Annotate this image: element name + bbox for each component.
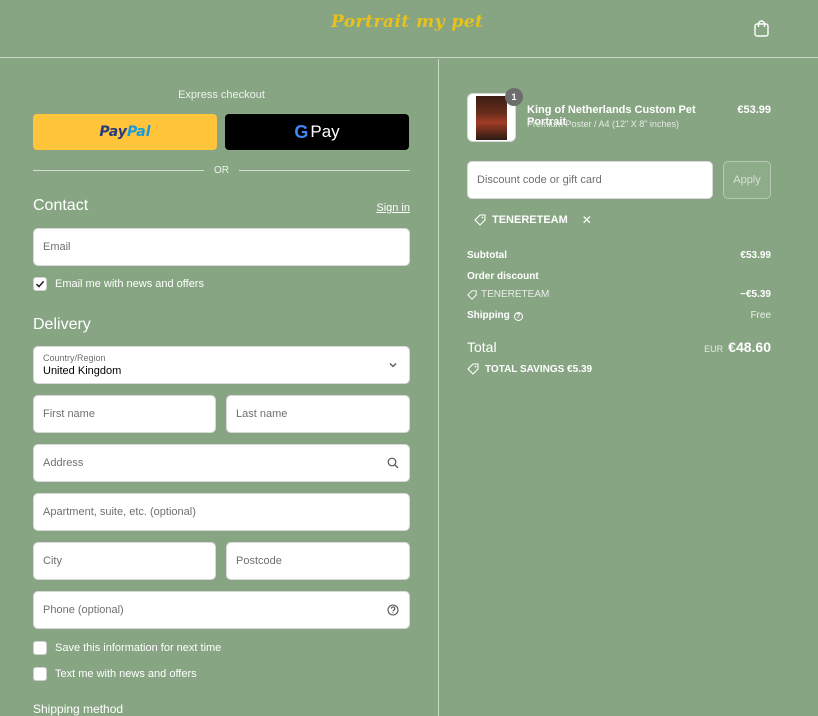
shipping-method-title: Shipping method [33, 702, 124, 716]
applied-code: TENERETEAM [492, 214, 568, 226]
discount-placeholder: Discount code or gift card [477, 174, 602, 186]
apartment-placeholder: Apartment, suite, etc. (optional) [43, 506, 196, 518]
total-savings: TOTAL SAVINGS €5.39 [467, 363, 592, 375]
total-amount: EUR €48.60 [704, 339, 771, 355]
shipping-row: Shipping? Free [467, 310, 771, 321]
subtotal-label: Subtotal [467, 250, 507, 261]
text-me-row[interactable]: Text me with news and offers [33, 667, 197, 681]
total-value: €48.60 [728, 339, 771, 355]
delivery-title: Delivery [33, 316, 91, 333]
email-placeholder: Email [43, 241, 71, 253]
discount-code-text: TENERETEAM [481, 289, 550, 300]
save-info-label: Save this information for next time [55, 642, 222, 654]
city-placeholder: City [43, 555, 62, 567]
google-g-icon: G [294, 122, 308, 143]
column-divider [438, 59, 439, 716]
first-name-field[interactable]: First name [33, 395, 216, 433]
express-checkout-label: Express checkout [178, 89, 265, 101]
header: Portrait my pet [0, 0, 818, 58]
city-field[interactable]: City [33, 542, 216, 580]
address-field[interactable]: Address [33, 444, 410, 482]
quantity-badge: 1 [505, 88, 523, 106]
postcode-field[interactable]: Postcode [226, 542, 410, 580]
help-icon[interactable] [387, 604, 399, 616]
text-me-label: Text me with news and offers [55, 668, 197, 680]
or-line-right [239, 169, 410, 171]
address-placeholder: Address [43, 457, 84, 469]
paypal-logo: PayPal [99, 124, 150, 140]
google-g-letter: G [294, 121, 309, 142]
shipping-label-wrap: Shipping? [467, 310, 523, 321]
apply-button[interactable]: Apply [723, 161, 771, 199]
phone-placeholder: Phone (optional) [43, 604, 124, 616]
shipping-label: Shipping [467, 310, 510, 321]
shopping-bag-icon[interactable] [753, 19, 770, 37]
last-name-placeholder: Last name [236, 408, 288, 420]
apartment-field[interactable]: Apartment, suite, etc. (optional) [33, 493, 410, 531]
remove-discount-icon[interactable]: ✕ [582, 213, 592, 227]
applied-discount-tag: TENERETEAM ✕ [474, 213, 592, 227]
subtotal-row: Subtotal €53.99 [467, 250, 771, 261]
discount-value: −€5.39 [740, 289, 771, 300]
first-name-placeholder: First name [43, 408, 95, 420]
info-icon[interactable]: ? [513, 312, 523, 321]
save-info-row[interactable]: Save this information for next time [33, 641, 221, 655]
newsletter-checkbox[interactable] [33, 277, 47, 291]
sign-in-link[interactable]: Sign in [376, 202, 410, 214]
newsletter-checkbox-row[interactable]: Email me with news and offers [33, 277, 204, 291]
savings-tag-icon [467, 363, 479, 375]
shipping-value: Free [750, 310, 771, 321]
or-line-left [33, 169, 204, 171]
paypal-logo-part1: Pay [99, 124, 127, 140]
newsletter-label: Email me with news and offers [55, 278, 204, 290]
save-info-checkbox[interactable] [33, 641, 47, 655]
gpay-label: Pay [310, 122, 340, 141]
total-row: Total EUR €48.60 [467, 339, 771, 355]
total-label: Total [467, 339, 497, 355]
paypal-button[interactable]: PayPal [33, 114, 217, 150]
text-me-checkbox[interactable] [33, 667, 47, 681]
product-image [476, 96, 507, 140]
order-discount-row: Order discount [467, 271, 771, 282]
country-select[interactable]: Country/Region United Kingdom [33, 346, 410, 384]
phone-field[interactable]: Phone (optional) [33, 591, 410, 629]
or-divider: OR [33, 163, 410, 177]
checkmark-icon [35, 280, 45, 288]
contact-title: Contact [33, 197, 89, 214]
subtotal-value: €53.99 [740, 250, 771, 261]
search-icon [387, 457, 399, 469]
order-discount-label: Order discount [467, 271, 539, 282]
google-pay-button[interactable]: G Pay [225, 114, 409, 150]
product-variant: Premium Poster / A4 (12" X 8" inches) [527, 119, 679, 129]
email-field[interactable]: Email [33, 228, 410, 266]
discount-code-input[interactable]: Discount code or gift card [467, 161, 713, 199]
tag-icon [474, 214, 486, 226]
country-value: United Kingdom [43, 365, 122, 377]
total-currency: EUR [704, 344, 724, 354]
chevron-down-icon [389, 363, 397, 368]
savings-text: TOTAL SAVINGS €5.39 [485, 363, 593, 375]
postcode-placeholder: Postcode [236, 555, 282, 567]
discount-code-wrap: TENERETEAM [467, 289, 549, 300]
or-text: OR [214, 164, 229, 176]
last-name-field[interactable]: Last name [226, 395, 410, 433]
paypal-logo-part2: Pal [126, 124, 151, 140]
store-logo[interactable]: Portrait my pet [331, 12, 484, 32]
product-thumbnail: 1 [467, 88, 523, 142]
country-label: Country/Region [43, 353, 106, 363]
discount-code-row: TENERETEAM −€5.39 [467, 289, 771, 300]
product-price: €53.99 [737, 104, 771, 116]
small-tag-icon [467, 289, 477, 300]
